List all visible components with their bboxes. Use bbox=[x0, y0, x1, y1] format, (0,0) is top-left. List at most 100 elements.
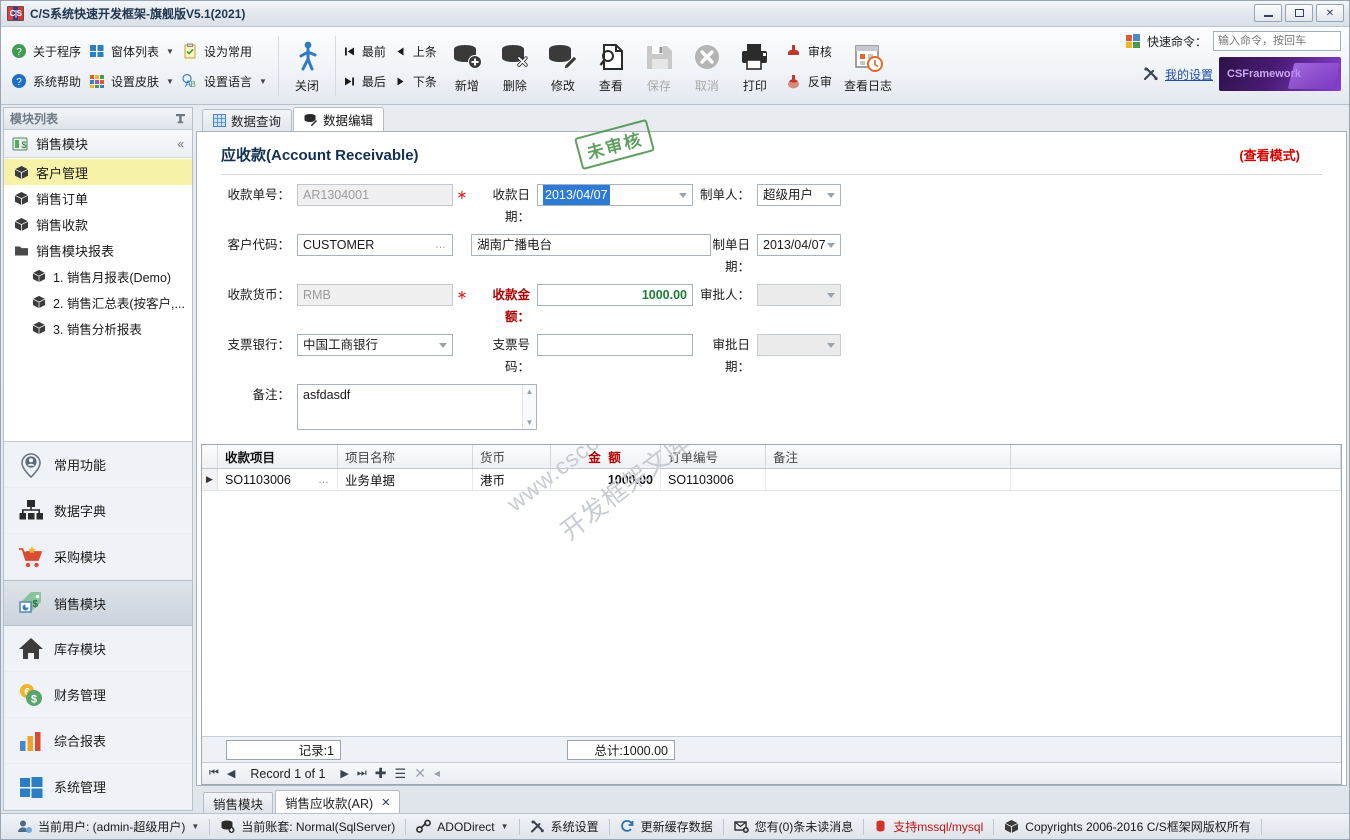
sidebar-item-finance-mgmt[interactable]: €$ 财务管理 bbox=[4, 672, 192, 718]
tree-item-sales-receipt[interactable]: 销售收款 bbox=[4, 211, 192, 237]
grid-col-currency[interactable]: 货币 bbox=[473, 445, 551, 468]
doc-tab-sales-ar[interactable]: 销售应收款(AR) ✕ bbox=[275, 790, 400, 813]
cell-order-no[interactable]: SO1103006 bbox=[661, 469, 766, 490]
close-button[interactable]: ✕ bbox=[1316, 4, 1344, 22]
edit-button[interactable]: 修改 bbox=[539, 30, 587, 102]
status-system-settings[interactable]: 系统设置 bbox=[520, 818, 609, 835]
close-form-button[interactable]: 关闭 bbox=[284, 30, 330, 102]
goto-last-button[interactable]: 最后 bbox=[341, 69, 392, 93]
sidebar-item-reports[interactable]: 综合报表 bbox=[4, 718, 192, 764]
status-current-db[interactable]: 当前账套: Normal(SqlServer) bbox=[210, 818, 405, 835]
add-button[interactable]: 新增 bbox=[443, 30, 491, 102]
maximize-button[interactable] bbox=[1285, 4, 1313, 22]
status-unread-messages[interactable]: 您有(0)条未读消息 bbox=[724, 818, 864, 835]
grid-col-order-no[interactable]: 订单编号 bbox=[661, 445, 766, 468]
grid-col-item[interactable]: 收款项目 bbox=[218, 445, 338, 468]
goto-prev-button[interactable]: 上条 bbox=[392, 39, 443, 63]
nav-edit-icon[interactable]: ☰ bbox=[392, 766, 410, 782]
receipt-date-input[interactable]: 2013/04/07 bbox=[537, 184, 693, 206]
customer-code-input[interactable]: CUSTOMER … bbox=[297, 234, 453, 256]
tree-item-monthly-report[interactable]: 1. 销售月报表(Demo) bbox=[4, 263, 192, 289]
tree-item-sales-reports-folder[interactable]: 销售模块报表 bbox=[4, 237, 192, 263]
nav-first-icon[interactable]: ⏮ bbox=[206, 767, 222, 780]
table-row[interactable]: ▶ SO1103006 … 业务单据 港币 1000.00 SO1103006 bbox=[202, 469, 1341, 491]
sidebar-module-title[interactable]: $ 销售模块 « bbox=[4, 130, 192, 158]
ellipsis-picker-icon[interactable]: … bbox=[318, 474, 330, 486]
set-skin-button[interactable]: 设置皮肤 ▼ bbox=[87, 69, 180, 93]
close-icon[interactable]: ✕ bbox=[381, 796, 390, 809]
cell-item-name[interactable]: 业务单据 bbox=[338, 469, 473, 490]
nav-delete-icon[interactable]: ✕ bbox=[411, 765, 429, 782]
sidebar-item-sales-module[interactable]: $ 销售模块 bbox=[4, 580, 192, 626]
status-refresh-cache[interactable]: 更新缓存数据 bbox=[610, 818, 723, 835]
unapprove-button[interactable]: 反审 bbox=[783, 69, 838, 93]
receipt-no-input[interactable]: AR1304001 bbox=[297, 184, 453, 206]
view-log-button[interactable]: 查看日志 bbox=[838, 30, 898, 102]
check-bank-input[interactable]: 中国工商银行 bbox=[297, 334, 453, 356]
print-button[interactable]: 打印 bbox=[731, 30, 779, 102]
sidebar-item-purchase-module[interactable]: 采购模块 bbox=[4, 534, 192, 580]
set-favorite-button[interactable]: 设为常用 bbox=[180, 39, 273, 63]
cell-currency[interactable]: 港币 bbox=[473, 469, 551, 490]
tree-item-summary-report[interactable]: 2. 销售汇总表(按客户,... bbox=[4, 289, 192, 315]
pin-icon[interactable] bbox=[175, 113, 186, 125]
approve-button[interactable]: 审核 bbox=[783, 39, 838, 63]
nav-last-icon[interactable]: ⏭ bbox=[354, 767, 370, 780]
memo-scrollbar[interactable]: ▲ ▼ bbox=[522, 385, 536, 429]
currency-input[interactable]: RMB bbox=[297, 284, 453, 306]
chevron-down-icon[interactable] bbox=[827, 243, 835, 248]
check-no-input[interactable] bbox=[537, 334, 693, 356]
grid-col-amount[interactable]: 金 额 bbox=[551, 445, 661, 468]
amount-input[interactable]: 1000.00 bbox=[537, 284, 693, 306]
sidebar-item-system-mgmt[interactable]: 系统管理 bbox=[4, 764, 192, 810]
tree-item-customer-mgmt[interactable]: 客户管理 bbox=[4, 159, 192, 185]
chevron-down-icon[interactable] bbox=[827, 193, 835, 198]
sidebar-item-inventory-module[interactable]: 库存模块 bbox=[4, 626, 192, 672]
goto-next-button[interactable]: 下条 bbox=[392, 69, 443, 93]
system-help-button[interactable]: ? 系统帮助 bbox=[9, 69, 87, 93]
view-button[interactable]: 查看 bbox=[587, 30, 635, 102]
doc-tab-sales-module[interactable]: 销售模块 bbox=[203, 792, 273, 813]
ellipsis-picker-icon[interactable]: … bbox=[435, 235, 447, 255]
nav-add-icon[interactable]: ✚ bbox=[372, 765, 390, 782]
quick-command-input[interactable] bbox=[1213, 31, 1341, 51]
cell-amount[interactable]: 1000.00 bbox=[551, 469, 661, 490]
tree-item-sales-order[interactable]: 销售订单 bbox=[4, 185, 192, 211]
chevron-down-icon[interactable]: ▼ bbox=[501, 822, 509, 831]
create-date-input[interactable]: 2013/04/07 bbox=[757, 234, 841, 256]
cell-item[interactable]: SO1103006 … bbox=[218, 469, 338, 490]
grid-col-item-name[interactable]: 项目名称 bbox=[338, 445, 473, 468]
chevron-down-icon[interactable] bbox=[439, 343, 447, 348]
window-list-button[interactable]: 窗体列表 ▼ bbox=[87, 39, 180, 63]
status-ado-direct[interactable]: ADODirect ▼ bbox=[406, 819, 518, 834]
scroll-down-icon[interactable]: ▼ bbox=[526, 418, 534, 427]
chevron-down-icon[interactable] bbox=[679, 193, 687, 198]
scroll-up-icon[interactable]: ▲ bbox=[526, 387, 534, 396]
nav-prev-icon[interactable]: ◀ bbox=[224, 767, 238, 780]
set-language-button[interactable]: A B 设置语言 ▼ bbox=[180, 69, 273, 93]
approve-date-input[interactable] bbox=[757, 334, 841, 356]
goto-first-button[interactable]: 最前 bbox=[341, 39, 392, 63]
status-db-support[interactable]: 支持mssql/mysql bbox=[864, 818, 993, 835]
creator-input[interactable]: 超级用户 bbox=[757, 184, 841, 206]
nav-more-icon[interactable]: ◀ bbox=[431, 769, 443, 778]
collapse-icon[interactable]: « bbox=[177, 137, 184, 151]
nav-next-icon[interactable]: ▶ bbox=[337, 767, 351, 780]
grid-col-remark[interactable]: 备注 bbox=[766, 445, 1011, 468]
chevron-down-icon[interactable] bbox=[827, 293, 835, 298]
about-program-button[interactable]: ? 关于程序 bbox=[9, 39, 87, 63]
save-button[interactable]: 保存 bbox=[635, 30, 683, 102]
sidebar-item-common-functions[interactable]: 常用功能 bbox=[4, 442, 192, 488]
my-settings-link[interactable]: 我的设置 bbox=[1165, 66, 1213, 83]
tree-item-analysis-report[interactable]: 3. 销售分析报表 bbox=[4, 315, 192, 341]
tab-data-query[interactable]: 数据查询 bbox=[202, 109, 292, 131]
sidebar-item-data-dictionary[interactable]: 数据字典 bbox=[4, 488, 192, 534]
customer-name-input[interactable]: 湖南广播电台 bbox=[471, 234, 711, 256]
cell-remark[interactable] bbox=[766, 469, 1011, 490]
minimize-button[interactable] bbox=[1254, 4, 1282, 22]
tab-data-edit[interactable]: 数据编辑 bbox=[293, 107, 384, 131]
status-current-user[interactable]: 当前用户: (admin-超级用户) ▼ bbox=[7, 818, 209, 835]
approver-input[interactable] bbox=[757, 284, 841, 306]
delete-button[interactable]: 删除 bbox=[491, 30, 539, 102]
chevron-down-icon[interactable]: ▼ bbox=[191, 822, 199, 831]
